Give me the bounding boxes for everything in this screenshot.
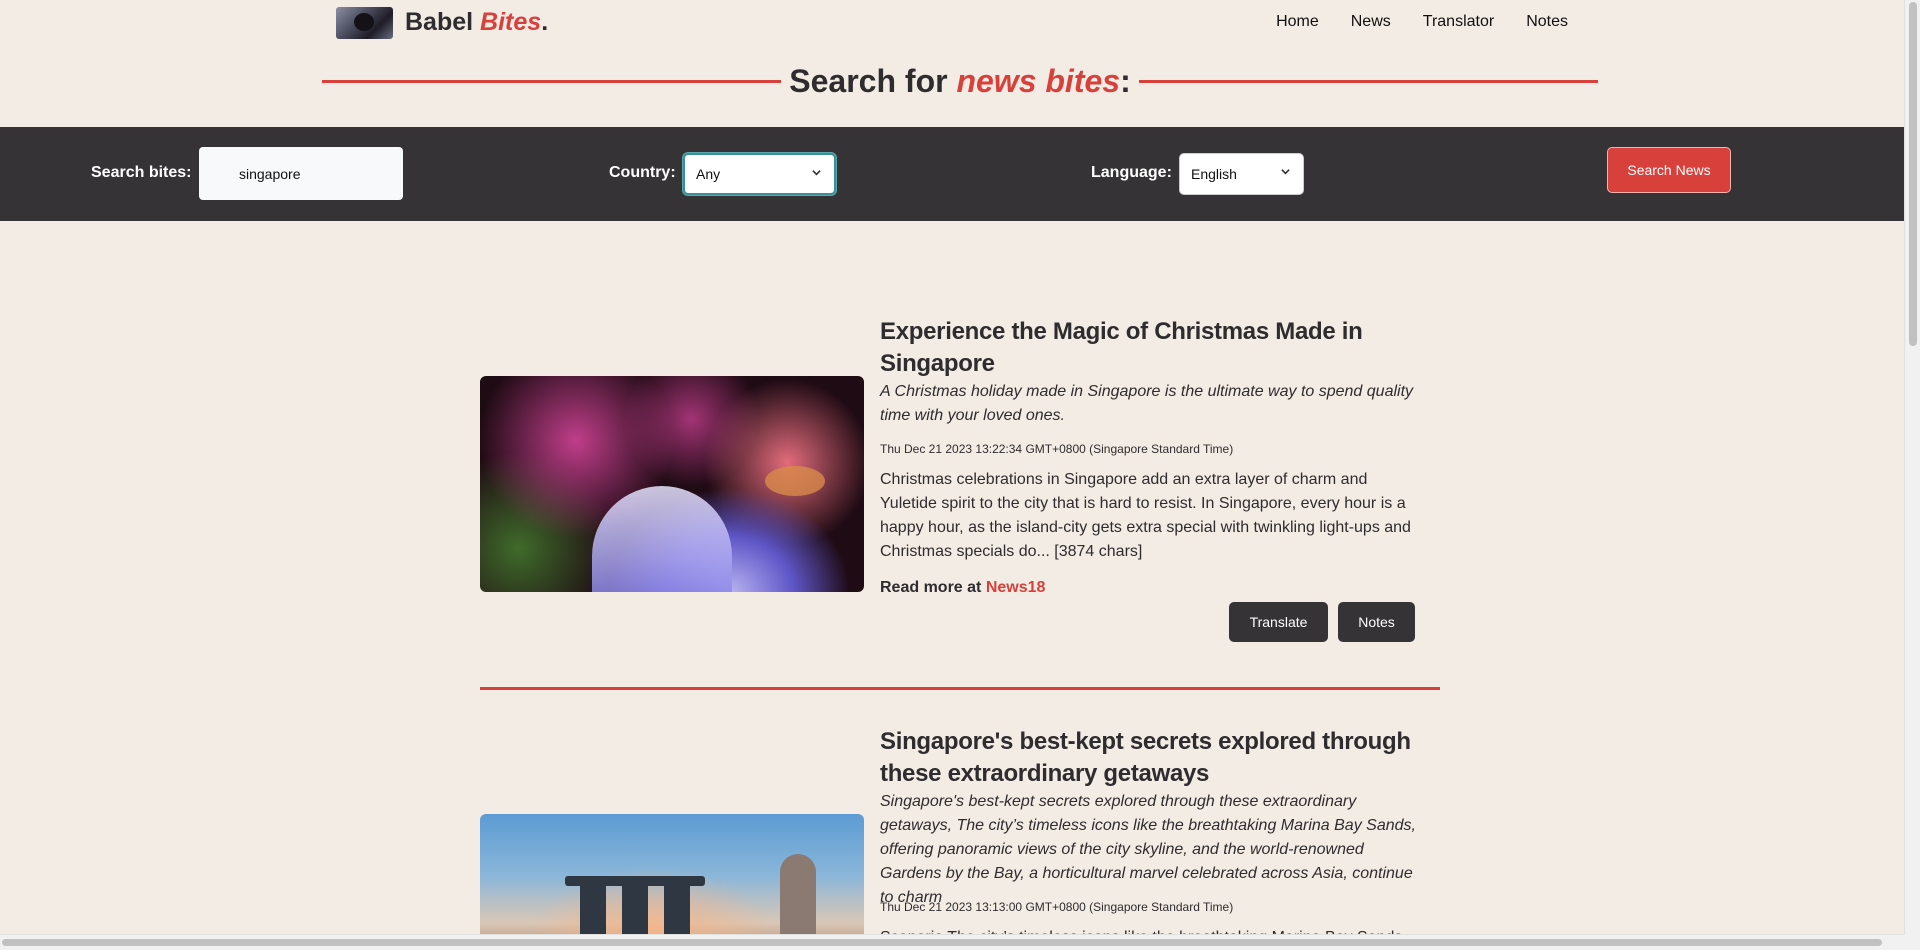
title-accent: news bites — [956, 62, 1121, 99]
nav-home[interactable]: Home — [1276, 13, 1319, 31]
news-article: Experience the Magic of Christmas Made i… — [480, 316, 1440, 656]
country-select[interactable]: Any — [683, 153, 836, 195]
brand-main: Babel — [405, 8, 474, 36]
main-nav: Home News Translator Notes — [1276, 13, 1568, 31]
heading-divider-right — [1138, 79, 1598, 83]
article-divider — [480, 687, 1440, 690]
language-select[interactable]: English — [1179, 153, 1304, 195]
notes-button[interactable]: Notes — [1338, 602, 1415, 642]
nav-news[interactable]: News — [1351, 13, 1391, 31]
search-input[interactable] — [199, 147, 403, 200]
article-title[interactable]: Singapore's best-kept secrets explored t… — [880, 726, 1420, 790]
article-thumbnail — [480, 376, 864, 592]
brand-accent: Bites — [480, 8, 542, 36]
page-title: Search for news bites: — [781, 63, 1138, 100]
article-date: Thu Dec 21 2023 13:13:00 GMT+0800 (Singa… — [880, 900, 1234, 914]
search-label: Search bites: — [91, 164, 192, 181]
brand-dot: . — [541, 8, 549, 36]
horizontal-scrollbar[interactable] — [0, 934, 1905, 950]
translate-button[interactable]: Translate — [1229, 602, 1328, 642]
vertical-scrollbar-thumb[interactable] — [1909, 2, 1917, 346]
article-thumbnail — [480, 814, 864, 950]
title-suffix: : — [1120, 62, 1131, 99]
article-body: Christmas celebrations in Singapore add … — [880, 471, 1411, 560]
search-news-button[interactable]: Search News — [1607, 147, 1731, 193]
article-description: A Christmas holiday made in Singapore is… — [880, 383, 1414, 424]
chevron-down-icon — [812, 170, 821, 176]
nav-notes[interactable]: Notes — [1526, 13, 1568, 31]
article-description: Singapore's best-kept secrets explored t… — [880, 793, 1416, 906]
source-link[interactable]: News18 — [986, 579, 1046, 596]
language-label: Language: — [1091, 164, 1172, 181]
title-prefix: Search for — [789, 62, 948, 99]
country-label: Country: — [609, 164, 676, 181]
brand-logo[interactable]: Babel Bites. — [405, 8, 548, 37]
top-header: Babel Bites. Home News Translator Notes — [0, 0, 1905, 46]
read-more-label: Read more at — [880, 579, 982, 596]
page-heading-row: Search for news bites: — [322, 58, 1598, 104]
chevron-down-icon — [1281, 169, 1290, 175]
read-more: Read more at News18 — [880, 579, 1045, 597]
nav-translator[interactable]: Translator — [1423, 13, 1494, 31]
horizontal-scrollbar-thumb[interactable] — [2, 939, 1882, 946]
article-date: Thu Dec 21 2023 13:22:34 GMT+0800 (Singa… — [880, 442, 1234, 456]
language-value: English — [1191, 166, 1237, 182]
news-article: Singapore's best-kept secrets explored t… — [480, 726, 1440, 950]
heading-divider-left — [322, 79, 782, 83]
country-value: Any — [696, 166, 721, 182]
article-title[interactable]: Experience the Magic of Christmas Made i… — [880, 316, 1420, 380]
vertical-scrollbar[interactable] — [1904, 0, 1920, 950]
search-bar: Search bites: Country: Any Language: Eng… — [0, 127, 1905, 221]
logo-image[interactable] — [336, 7, 393, 39]
